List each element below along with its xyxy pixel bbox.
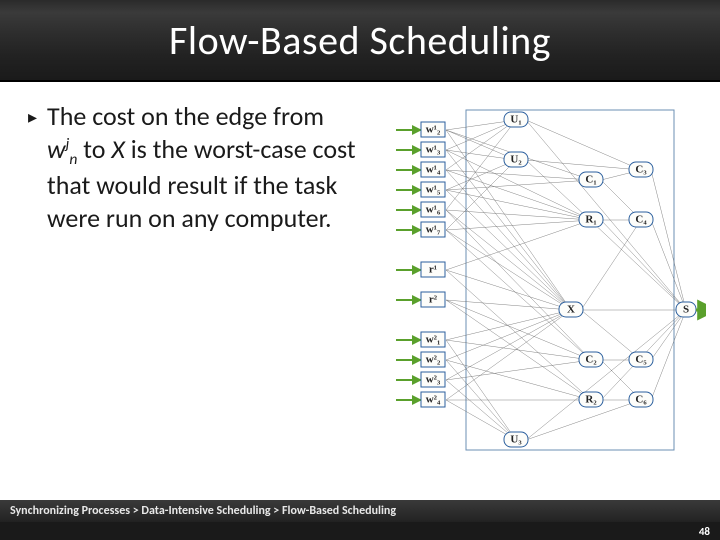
- x-node: X: [559, 302, 583, 317]
- svg-text:U₃: U₃: [510, 434, 522, 446]
- w-group-2: w²₁ w²₂ w²₃ w²₄: [396, 332, 445, 407]
- bullet-text-mid: to: [77, 133, 111, 165]
- svg-text:w²₄: w²₄: [426, 394, 441, 406]
- svg-text:C₄: C₄: [635, 214, 647, 226]
- svg-text:C₂: C₂: [585, 354, 597, 366]
- bullet-marker: ▸: [28, 100, 37, 234]
- svg-text:r²: r²: [429, 294, 438, 306]
- right-c-nodes: C₃ C₄ C₅ C₆: [629, 162, 653, 407]
- svg-text:C₆: C₆: [635, 394, 647, 406]
- svg-text:C₅: C₅: [635, 354, 647, 366]
- breadcrumb: Synchronizing Processes > Data-Intensive…: [10, 504, 396, 518]
- w-group-1: w¹₂ w¹₃ w¹₄ w¹₅ w¹₆ w¹₇: [396, 122, 445, 237]
- svg-text:R₂: R₂: [585, 394, 597, 406]
- var-w: w: [47, 133, 66, 165]
- slide-title: Flow-Based Scheduling: [169, 16, 551, 65]
- u3-node: U₃: [504, 432, 528, 447]
- svg-text:w¹₆: w¹₆: [426, 204, 441, 216]
- mid-right-nodes: C₂ R₂: [579, 352, 603, 407]
- sink-node: S: [676, 302, 706, 317]
- svg-text:C₃: C₃: [635, 164, 647, 176]
- svg-text:U₂: U₂: [510, 154, 522, 166]
- svg-text:U₁: U₁: [510, 114, 521, 126]
- r-nodes: r¹ r²: [396, 262, 445, 307]
- page-number-bar: 48: [0, 522, 720, 540]
- svg-text:r¹: r¹: [429, 264, 437, 276]
- svg-text:w¹₃: w¹₃: [426, 144, 441, 156]
- svg-text:X: X: [567, 304, 575, 316]
- svg-text:R₁: R₁: [585, 214, 596, 226]
- bullet-text: The cost on the edge from wjn to X is th…: [47, 100, 358, 234]
- svg-text:w²₁: w²₁: [426, 334, 441, 346]
- svg-text:C₁: C₁: [585, 174, 596, 186]
- bullet-item: ▸ The cost on the edge from wjn to X is …: [28, 100, 358, 234]
- var-x: X: [111, 133, 125, 165]
- slide-body: ▸ The cost on the edge from wjn to X is …: [0, 82, 720, 500]
- svg-text:w¹₅: w¹₅: [426, 184, 441, 196]
- svg-text:w¹₇: w¹₇: [426, 224, 441, 236]
- mid-left-nodes: C₁ R₁: [579, 172, 603, 227]
- svg-text:w¹₂: w¹₂: [426, 124, 441, 136]
- u-top-nodes: U₁ U₂: [504, 112, 528, 167]
- svg-text:w²₂: w²₂: [426, 354, 441, 366]
- bullet-text-pre: The cost on the edge from: [47, 100, 324, 132]
- flow-network-diagram: w¹₂ w¹₃ w¹₄ w¹₅ w¹₆ w¹₇ r¹ r² w²₁ w²₂ w²…: [366, 100, 706, 460]
- svg-text:w¹₄: w¹₄: [426, 164, 441, 176]
- title-bar: Flow-Based Scheduling: [0, 0, 720, 82]
- svg-text:w²₃: w²₃: [426, 374, 441, 386]
- footer-bar: Synchronizing Processes > Data-Intensive…: [0, 500, 720, 522]
- svg-text:S: S: [683, 304, 689, 316]
- page-number: 48: [699, 525, 710, 538]
- diagram-svg: w¹₂ w¹₃ w¹₄ w¹₅ w¹₆ w¹₇ r¹ r² w²₁ w²₂ w²…: [366, 100, 706, 460]
